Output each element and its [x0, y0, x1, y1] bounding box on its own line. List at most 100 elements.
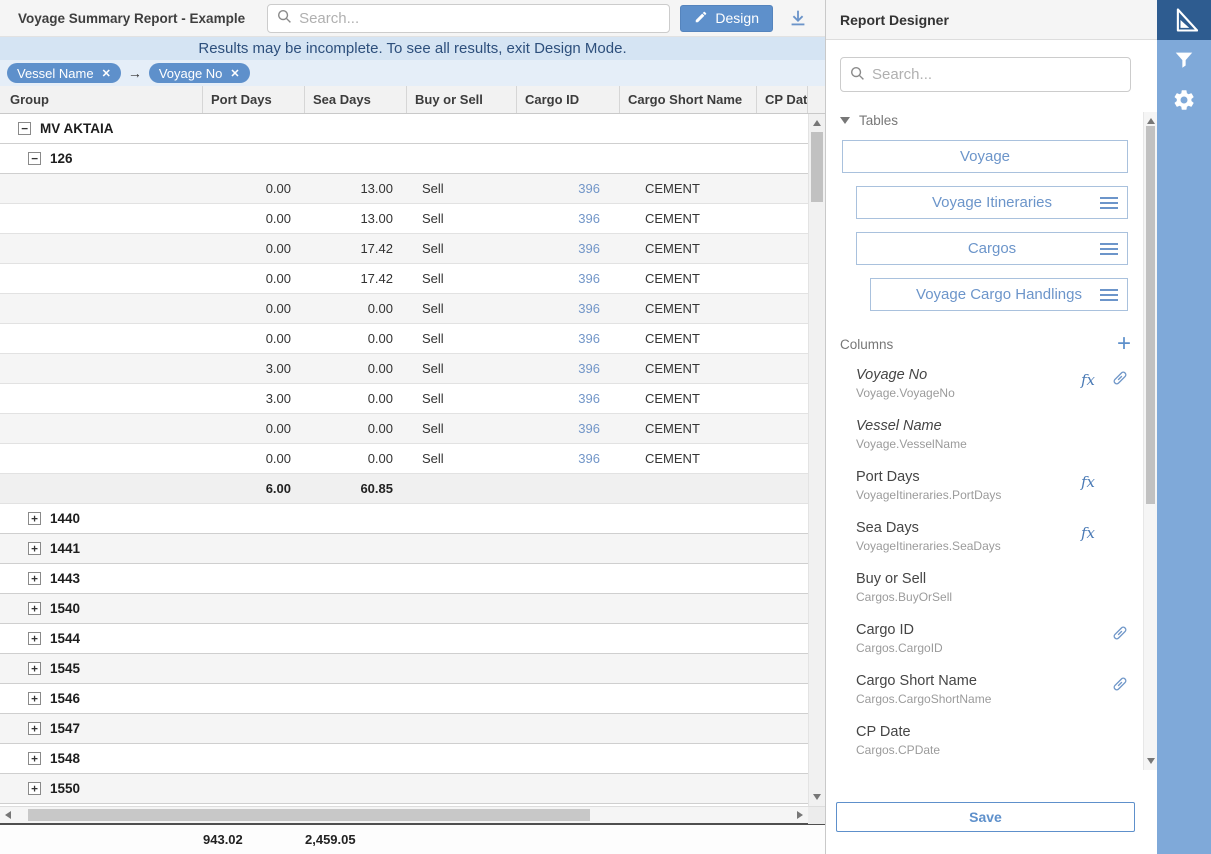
- tables-section-header[interactable]: Tables: [840, 113, 1157, 128]
- add-column-icon[interactable]: +: [1117, 335, 1131, 353]
- table-button-cargos[interactable]: Cargos: [856, 232, 1128, 265]
- column-item-name: Sea Days: [856, 520, 1157, 536]
- expand-group-icon[interactable]: +: [28, 602, 41, 615]
- cargo-id-link[interactable]: 396: [517, 174, 620, 203]
- design-button[interactable]: Design: [680, 5, 773, 32]
- table-button-label: Voyage Cargo Handlings: [916, 286, 1082, 303]
- panel-scrollbar[interactable]: [1143, 112, 1157, 770]
- cargo-short-name-cell: CEMENT: [620, 264, 757, 293]
- scroll-left-arrow-icon[interactable]: [5, 811, 11, 819]
- report-search-input[interactable]: [299, 10, 660, 27]
- header-filler: [808, 86, 825, 113]
- expand-group-icon[interactable]: +: [28, 722, 41, 735]
- column-item-vessel-name[interactable]: Vessel NameVoyage.VesselName: [856, 414, 1157, 465]
- scroll-up-arrow-icon[interactable]: [1147, 118, 1155, 124]
- expand-group-icon[interactable]: +: [28, 692, 41, 705]
- report-grid: GroupPort DaysSea DaysBuy or SellCargo I…: [0, 86, 825, 806]
- cargo-id-link[interactable]: 396: [517, 414, 620, 443]
- table-button-voyage-cargo-handlings[interactable]: Voyage Cargo Handlings: [870, 278, 1128, 311]
- design-tool-icon[interactable]: [1157, 0, 1211, 40]
- sea-days-cell: 0.00: [305, 384, 407, 413]
- column-header-cp_date[interactable]: CP Date: [757, 86, 808, 113]
- column-item-cargo-id[interactable]: Cargo IDCargos.CargoID: [856, 618, 1157, 669]
- voyage-group-label: 126: [50, 151, 73, 166]
- table-button-label: Cargos: [968, 240, 1016, 257]
- column-header-sea_days[interactable]: Sea Days: [305, 86, 407, 113]
- table-button-voyage-itineraries[interactable]: Voyage Itineraries: [856, 186, 1128, 219]
- expand-group-icon[interactable]: +: [28, 632, 41, 645]
- column-item-sea-days[interactable]: Sea DaysVoyageItineraries.SeaDaysfx: [856, 516, 1157, 567]
- column-item-cp-date[interactable]: CP DateCargos.CPDate: [856, 720, 1157, 771]
- page-title: Voyage Summary Report - Example: [10, 11, 245, 26]
- expand-group-icon[interactable]: +: [28, 782, 41, 795]
- cargo-id-link[interactable]: 396: [517, 264, 620, 293]
- link-icon[interactable]: [1111, 369, 1129, 390]
- drag-handle-icon[interactable]: [1100, 243, 1118, 255]
- sea-days-cell: 0.00: [305, 354, 407, 383]
- column-item-port-days[interactable]: Port DaysVoyageItineraries.PortDaysfx: [856, 465, 1157, 516]
- chevron-down-icon: [840, 117, 850, 124]
- horizontal-scrollbar-thumb[interactable]: [28, 809, 590, 821]
- report-search-box[interactable]: [267, 4, 670, 33]
- collapse-group-icon[interactable]: −: [18, 122, 31, 135]
- formula-fx-icon[interactable]: fx: [1081, 524, 1095, 542]
- column-item-buy-or-sell[interactable]: Buy or SellCargos.BuyOrSell: [856, 567, 1157, 618]
- expand-group-icon[interactable]: +: [28, 512, 41, 525]
- collapse-group-icon[interactable]: −: [28, 152, 41, 165]
- sea-days-cell: 0.00: [305, 414, 407, 443]
- horizontal-scrollbar[interactable]: [0, 806, 825, 823]
- cargo-id-link[interactable]: 396: [517, 444, 620, 473]
- designer-search-box[interactable]: [840, 57, 1131, 92]
- column-item-voyage-no[interactable]: Voyage NoVoyage.VoyageNofx: [856, 363, 1157, 414]
- column-item-name: Buy or Sell: [856, 571, 1157, 587]
- grouping-chip[interactable]: Vessel Name✕: [7, 63, 121, 83]
- scroll-down-arrow-icon[interactable]: [813, 794, 821, 800]
- link-icon[interactable]: [1111, 675, 1129, 696]
- collapsed-group-label: 1440: [50, 511, 80, 526]
- sea-days-cell: 0.00: [305, 324, 407, 353]
- formula-fx-icon[interactable]: fx: [1081, 473, 1095, 491]
- cargo-id-link[interactable]: 396: [517, 384, 620, 413]
- column-header-port_days[interactable]: Port Days: [203, 86, 305, 113]
- vertical-scrollbar-thumb[interactable]: [811, 132, 823, 202]
- export-download-icon[interactable]: [785, 5, 811, 31]
- scroll-down-arrow-icon[interactable]: [1147, 758, 1155, 764]
- cargo-id-link[interactable]: 396: [517, 204, 620, 233]
- cargo-id-link[interactable]: 396: [517, 354, 620, 383]
- scroll-right-arrow-icon[interactable]: [797, 811, 803, 819]
- expand-group-icon[interactable]: +: [28, 542, 41, 555]
- link-icon[interactable]: [1111, 624, 1129, 645]
- column-header-cargo_id[interactable]: Cargo ID: [517, 86, 620, 113]
- cp-date-cell: [757, 234, 808, 263]
- expand-group-icon[interactable]: +: [28, 572, 41, 585]
- column-header-group[interactable]: Group: [0, 86, 203, 113]
- drag-handle-icon[interactable]: [1100, 289, 1118, 301]
- designer-search-input[interactable]: [872, 66, 1121, 83]
- buy-or-sell-cell: Sell: [407, 354, 517, 383]
- cargo-id-link[interactable]: 396: [517, 294, 620, 323]
- formula-fx-icon[interactable]: fx: [1081, 371, 1095, 389]
- collapsed-voyage-group-row: +1547: [0, 714, 808, 744]
- sea-days-cell: 0.00: [305, 444, 407, 473]
- table-button-voyage[interactable]: Voyage: [842, 140, 1128, 173]
- group-cell: [0, 384, 203, 413]
- column-header-cargo_short_name[interactable]: Cargo Short Name: [620, 86, 757, 113]
- vertical-scrollbar[interactable]: [808, 114, 825, 806]
- cargo-id-link[interactable]: 396: [517, 324, 620, 353]
- column-item-cargo-short-name[interactable]: Cargo Short NameCargos.CargoShortName: [856, 669, 1157, 720]
- scroll-up-arrow-icon[interactable]: [813, 120, 821, 126]
- filter-icon[interactable]: [1157, 40, 1211, 80]
- columns-section-header: Columns +: [840, 335, 1131, 353]
- collapsed-group-label: 1540: [50, 601, 80, 616]
- column-header-buy_or_sell[interactable]: Buy or Sell: [407, 86, 517, 113]
- settings-gear-icon[interactable]: [1157, 80, 1211, 120]
- expand-group-icon[interactable]: +: [28, 662, 41, 675]
- drag-handle-icon[interactable]: [1100, 197, 1118, 209]
- grouping-chip[interactable]: Voyage No✕: [149, 63, 250, 83]
- save-button[interactable]: Save: [836, 802, 1135, 832]
- remove-chip-icon[interactable]: ✕: [102, 67, 111, 80]
- remove-chip-icon[interactable]: ✕: [230, 67, 239, 80]
- expand-group-icon[interactable]: +: [28, 752, 41, 765]
- cargo-id-link[interactable]: 396: [517, 234, 620, 263]
- panel-scrollbar-thumb[interactable]: [1146, 126, 1155, 504]
